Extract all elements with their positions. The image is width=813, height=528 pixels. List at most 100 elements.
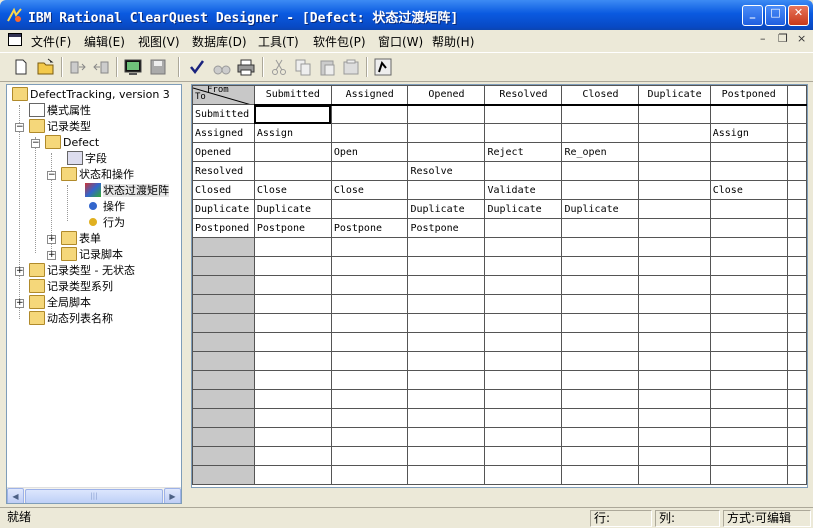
transition-cell[interactable] [484,161,563,181]
transition-cell-empty[interactable] [638,294,711,314]
transition-cell-empty[interactable] [638,370,711,390]
transition-cell-empty[interactable] [638,332,711,352]
menu-database[interactable]: 数据库(D) [192,33,247,50]
transition-cell-empty[interactable] [786,408,807,428]
transition-cell-empty[interactable] [484,465,563,485]
transition-cell-empty[interactable] [709,427,788,447]
row-header-empty[interactable] [192,294,255,314]
column-header[interactable]: Postponed [709,85,788,106]
transition-cell[interactable] [561,161,640,181]
transition-cell-empty[interactable] [786,199,807,219]
transition-cell[interactable] [484,123,563,143]
transition-cell-empty[interactable] [253,275,332,295]
transition-cell-empty[interactable] [561,370,640,390]
transition-cell[interactable] [484,104,563,124]
transition-cell[interactable]: Postpone [330,218,409,238]
transition-cell-empty[interactable] [330,237,409,257]
transition-cell-empty[interactable] [330,446,409,466]
transition-cell-empty[interactable] [484,294,563,314]
tree-item-record-scripts[interactable]: 记录脚本 [61,247,123,263]
transition-cell-empty[interactable] [407,389,486,409]
expand-toggle-stateless-record-types[interactable]: + [15,267,24,276]
transition-cell-empty[interactable] [330,465,409,485]
transition-cell-empty[interactable] [484,237,563,257]
transition-cell-empty[interactable] [638,256,711,276]
transition-cell-empty[interactable] [330,427,409,447]
cut-button[interactable] [268,56,290,78]
transition-cell-empty[interactable] [330,351,409,371]
collapse-toggle-defect[interactable]: − [31,139,40,148]
menu-package[interactable]: 软件包(P) [313,33,366,50]
transition-cell-empty[interactable] [638,465,711,485]
transition-cell-empty[interactable] [253,389,332,409]
transition-cell-empty[interactable] [253,465,332,485]
transition-cell-empty[interactable] [407,237,486,257]
transition-cell-empty[interactable] [484,389,563,409]
transition-cell-empty[interactable] [709,408,788,428]
transition-cell-empty[interactable] [484,351,563,371]
transition-cell-empty[interactable] [786,275,807,295]
minimize-button[interactable]: _ [742,5,763,26]
transition-cell-empty[interactable] [786,104,807,124]
expand-toggle-global-scripts[interactable]: + [15,299,24,308]
collapse-toggle-states-actions[interactable]: − [47,171,56,180]
transition-cell[interactable] [638,218,711,238]
transition-cell[interactable]: Close [253,180,332,200]
row-header-empty[interactable] [192,351,255,371]
transition-cell-empty[interactable] [253,294,332,314]
transition-cell[interactable] [330,123,409,143]
transition-cell-empty[interactable] [561,446,640,466]
row-header-empty[interactable] [192,465,255,485]
transition-cell-empty[interactable] [330,275,409,295]
transition-cell-empty[interactable] [561,237,640,257]
row-header-empty[interactable] [192,237,255,257]
row-header[interactable]: Closed [192,180,255,200]
transition-cell-empty[interactable] [330,370,409,390]
transition-cell-empty[interactable] [253,446,332,466]
transition-cell-empty[interactable] [484,370,563,390]
transition-cell[interactable]: Postpone [407,218,486,238]
transition-cell-empty[interactable] [638,427,711,447]
transition-cell[interactable] [561,218,640,238]
transition-cell-empty[interactable] [253,351,332,371]
transition-cell-empty[interactable] [484,427,563,447]
transition-cell-empty[interactable] [407,408,486,428]
scroll-left-button[interactable]: ◀ [7,488,24,503]
print-button[interactable] [235,56,257,78]
transition-cell[interactable] [638,142,711,162]
open-button[interactable] [35,56,57,78]
transition-cell-empty[interactable] [253,370,332,390]
row-header-empty[interactable] [192,427,255,447]
row-header-empty[interactable] [192,275,255,295]
document-icon[interactable] [8,33,22,46]
scroll-right-button[interactable]: ▶ [164,488,181,503]
transition-cell[interactable] [561,123,640,143]
transition-cell-empty[interactable] [253,427,332,447]
transition-cell[interactable]: Open [330,142,409,162]
transition-cell-empty[interactable] [253,256,332,276]
expand-toggle-forms[interactable]: + [47,235,56,244]
transition-cell[interactable] [638,104,711,124]
transition-cell-empty[interactable] [253,313,332,333]
transition-cell-empty[interactable] [786,370,807,390]
column-header[interactable]: Assigned [330,85,409,106]
transition-cell[interactable]: Assign [253,123,332,143]
transition-cell-empty[interactable] [709,370,788,390]
transition-cell[interactable] [709,199,788,219]
transition-cell[interactable] [638,180,711,200]
transition-cell-empty[interactable] [484,408,563,428]
transition-cell-empty[interactable] [407,446,486,466]
collapse-toggle-record-types[interactable]: − [15,123,24,132]
transition-cell[interactable] [407,142,486,162]
transition-cell[interactable] [638,199,711,219]
tree-horizontal-scrollbar[interactable]: ◀ ||| ▶ [7,487,181,503]
row-header-empty[interactable] [192,256,255,276]
transition-cell[interactable] [561,180,640,200]
transition-cell-empty[interactable] [786,465,807,485]
help-context-button[interactable] [372,56,394,78]
transition-cell-empty[interactable] [484,256,563,276]
transition-cell-empty[interactable] [484,275,563,295]
transition-cell[interactable]: Resolve [407,161,486,181]
tree-item-state-transition-matrix[interactable]: 状态过渡矩阵 [85,183,169,199]
row-header[interactable]: Submitted [192,104,255,124]
